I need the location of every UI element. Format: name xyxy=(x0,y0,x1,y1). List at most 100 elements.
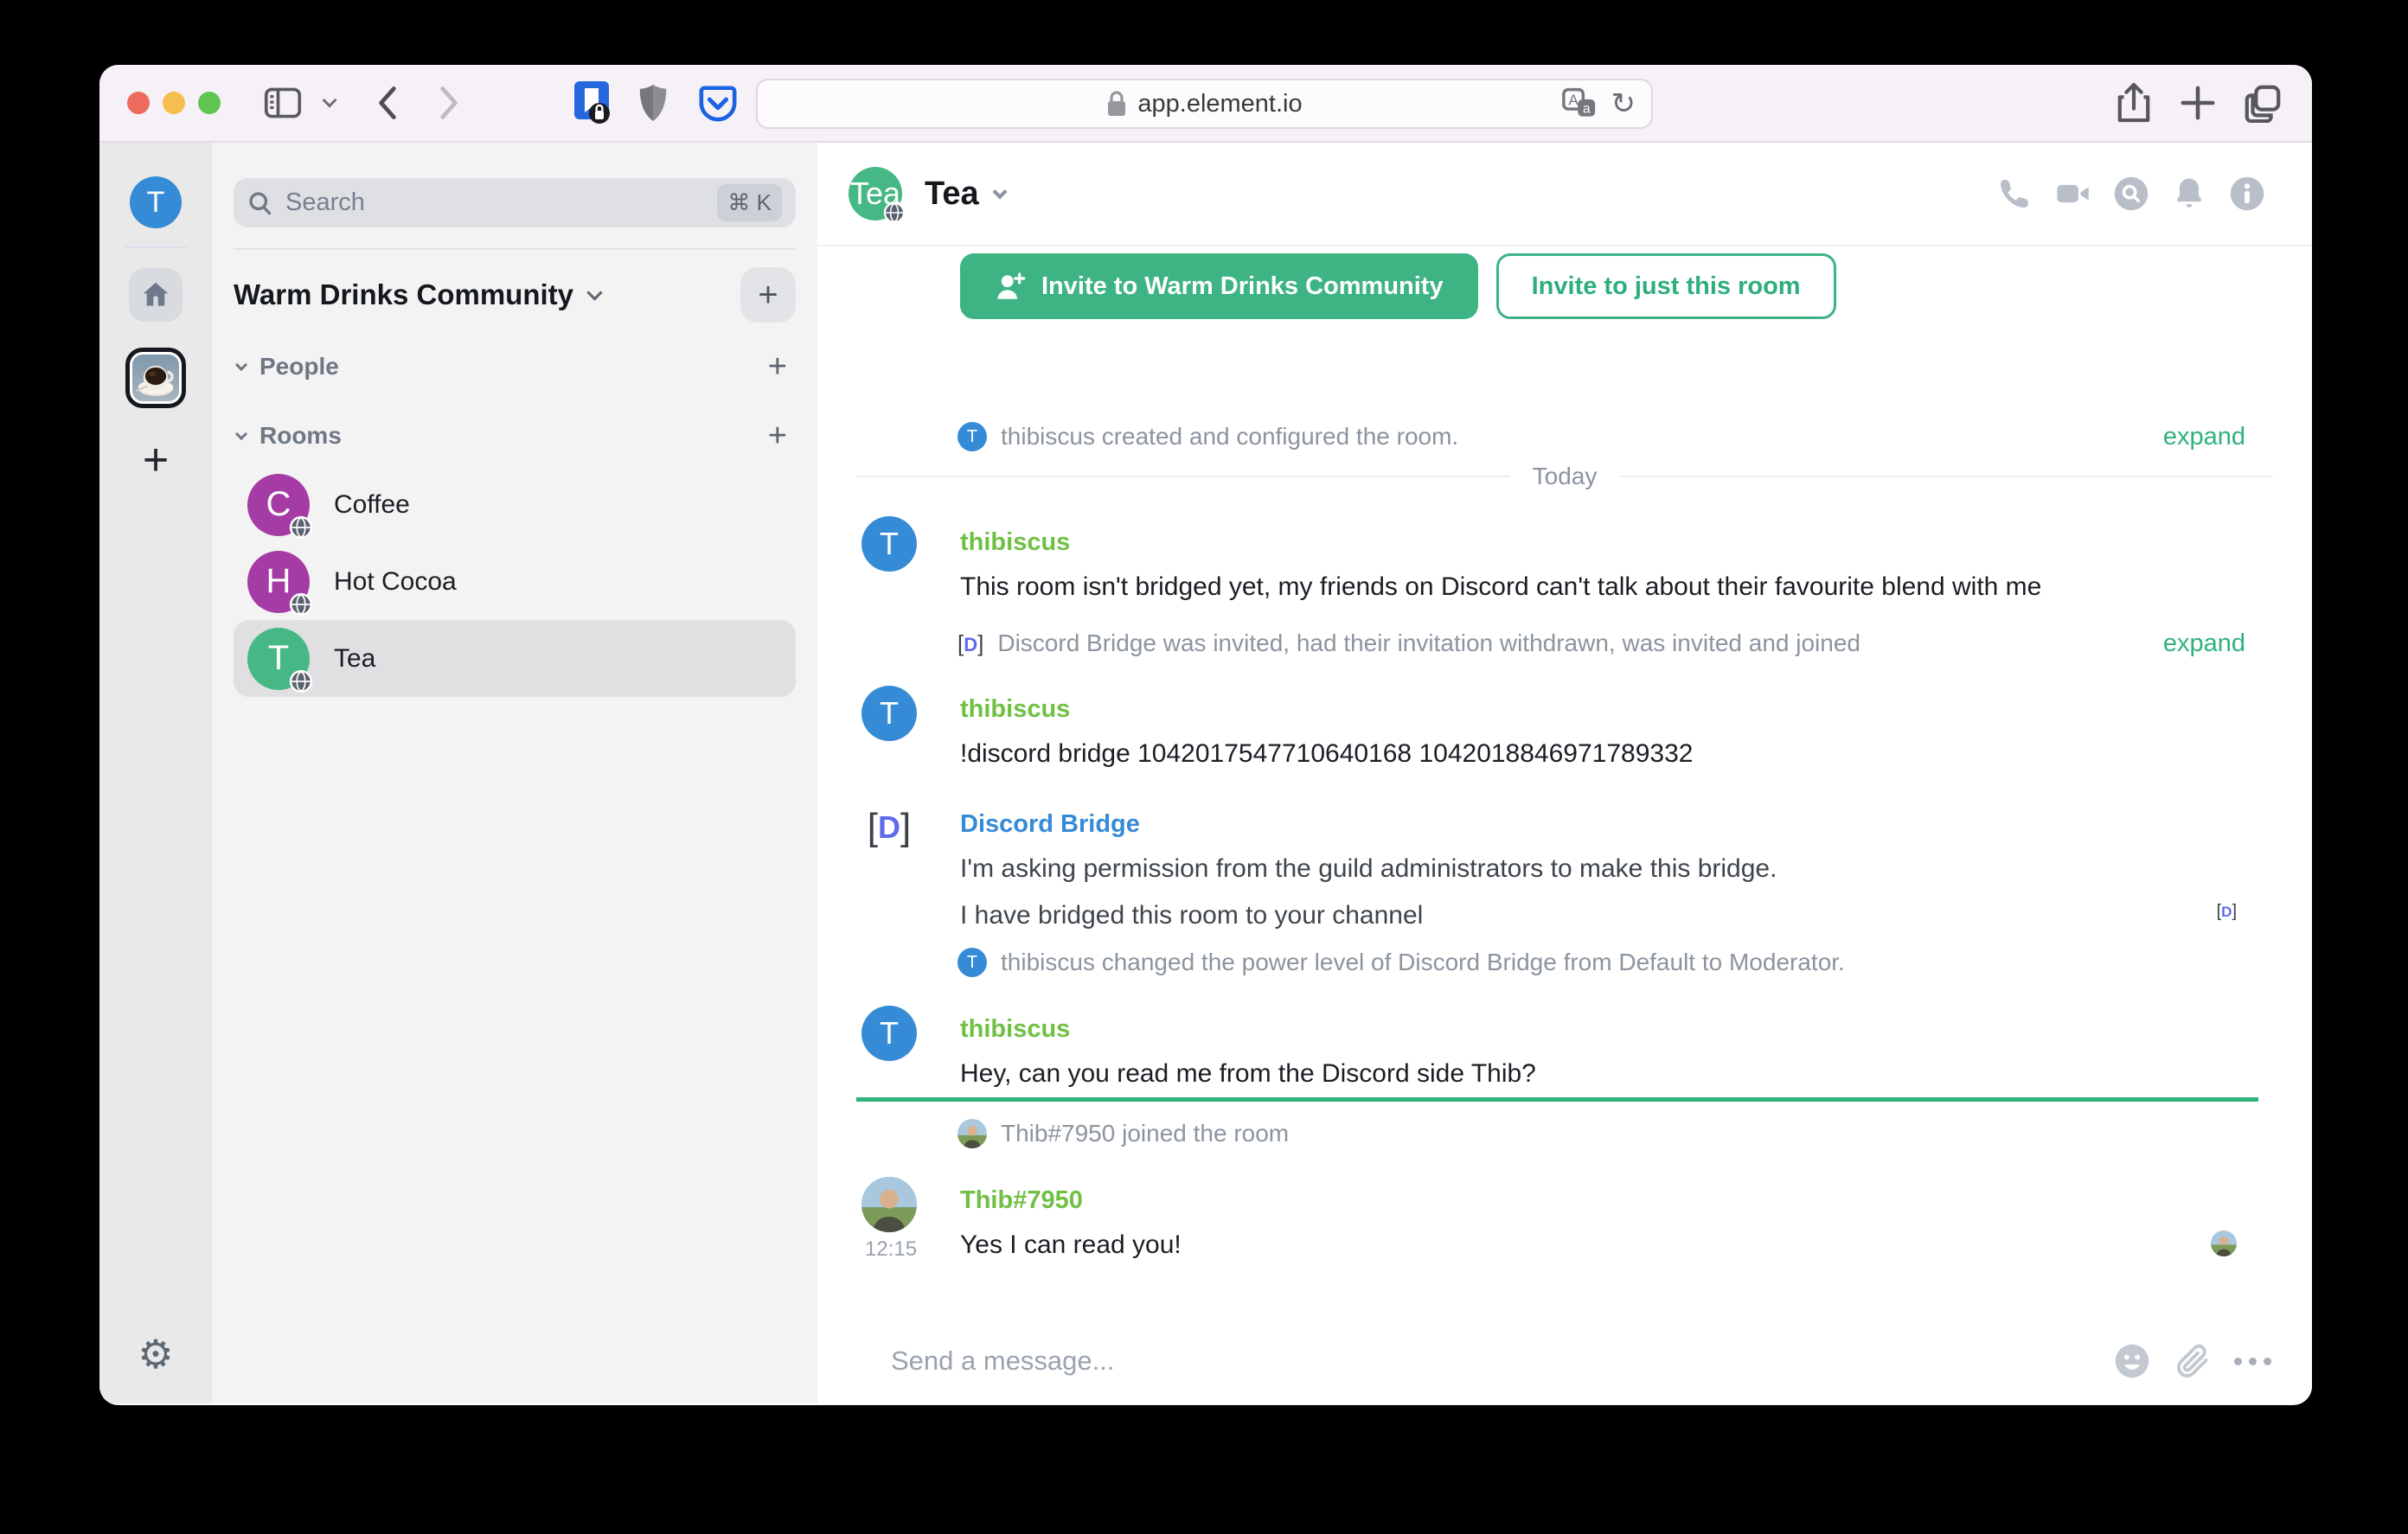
voice-call-icon[interactable] xyxy=(1996,175,2034,213)
read-receipt-discord-bridge[interactable]: [D] xyxy=(2217,902,2237,922)
room-item-hot-cocoa[interactable]: H Hot Cocoa xyxy=(234,543,796,620)
room-info-icon[interactable] xyxy=(2228,175,2266,213)
browser-window: app.element.io Aa ↻ T + ⚙ Search ⌘ K War… xyxy=(99,65,2312,1405)
url-text: app.element.io xyxy=(1137,89,1303,118)
member-joined-event: Thib#7950 joined the room xyxy=(817,1115,2312,1153)
message-text: This room isn't bridged yet, my friends … xyxy=(960,572,2042,601)
svg-text:A: A xyxy=(1568,92,1579,109)
sidebar-toggle-icon[interactable] xyxy=(264,86,302,119)
message-text: Hey, can you read me from the Discord si… xyxy=(960,1059,1536,1088)
user-menu-avatar[interactable]: T xyxy=(130,176,182,228)
new-tab-icon[interactable] xyxy=(2180,85,2216,121)
rooms-add-button[interactable]: + xyxy=(768,418,787,455)
avatar[interactable]: T xyxy=(957,422,987,451)
room-avatar-coffee: C xyxy=(247,473,313,539)
public-room-globe-icon xyxy=(289,592,313,616)
message-text: Yes I can read you! xyxy=(960,1230,1182,1259)
home-icon xyxy=(143,282,169,306)
section-rooms[interactable]: Rooms + xyxy=(234,416,796,456)
home-space-button[interactable] xyxy=(129,268,183,322)
message-group: T thibiscus Hey, can you read me from th… xyxy=(817,1004,2312,1099)
notifications-bell-icon[interactable] xyxy=(2170,175,2208,213)
room-item-coffee[interactable]: C Coffee xyxy=(234,466,796,543)
message-group: T thibiscus This room isn't bridged yet,… xyxy=(817,513,2312,608)
sidebar-dropdown-chevron-icon[interactable] xyxy=(322,93,337,108)
avatar[interactable]: T xyxy=(861,686,917,741)
avatar[interactable]: T xyxy=(957,948,987,977)
invite-banner: Invite to Warm Drinks Community Invite t… xyxy=(960,253,2312,319)
rooms-section-label: Rooms xyxy=(259,422,342,449)
room-list-panel: Search ⌘ K Warm Drinks Community + Peopl… xyxy=(212,143,817,1403)
add-space-button[interactable]: + xyxy=(143,434,169,486)
composer-input[interactable]: Send a message... xyxy=(891,1345,1115,1377)
minimize-window-button[interactable] xyxy=(163,92,185,114)
power-level-event: T thibiscus changed the power level of D… xyxy=(817,943,2312,981)
browser-toolbar: app.element.io Aa ↻ xyxy=(99,65,2312,143)
settings-gear-icon[interactable]: ⚙ xyxy=(138,1331,173,1377)
people-section-label: People xyxy=(259,353,339,380)
discord-bridge-avatar[interactable]: [D] xyxy=(861,800,917,855)
room-title[interactable]: Tea xyxy=(925,176,979,213)
search-input[interactable]: Search ⌘ K xyxy=(234,178,796,227)
room-avatar-hot-cocoa: H xyxy=(247,550,313,616)
community-name[interactable]: Warm Drinks Community xyxy=(234,278,573,311)
back-button[interactable] xyxy=(375,84,400,122)
people-add-button[interactable]: + xyxy=(768,348,787,386)
room-avatar-tea: T xyxy=(247,627,313,693)
zoom-window-button[interactable] xyxy=(198,92,221,114)
sender-name[interactable]: Thib#7950 xyxy=(960,1183,1083,1218)
rooms-collapse-chevron-icon xyxy=(234,427,248,441)
message-group: Thib#7950 12:15 Yes I can read you! xyxy=(817,1175,2312,1270)
avatar[interactable]: T xyxy=(861,1006,917,1061)
room-name: Hot Cocoa xyxy=(334,566,457,596)
public-room-globe-icon xyxy=(289,515,313,539)
message-timestamp: 12:15 xyxy=(865,1237,918,1261)
reload-icon[interactable]: ↻ xyxy=(1611,86,1636,121)
translate-icon[interactable]: Aa xyxy=(1561,87,1598,120)
thib-photo-avatar[interactable] xyxy=(861,1177,917,1232)
message-composer: Send a message... xyxy=(817,1319,2312,1403)
community-menu-chevron-icon[interactable] xyxy=(586,284,603,301)
address-bar[interactable]: app.element.io Aa ↻ xyxy=(756,79,1653,129)
rail-divider xyxy=(125,246,187,248)
emoji-icon[interactable] xyxy=(2113,1342,2151,1380)
sender-name[interactable]: thibiscus xyxy=(960,692,1070,726)
discord-bridge-avatar: [D] xyxy=(957,630,984,656)
thib-photo-avatar[interactable] xyxy=(957,1119,987,1148)
shield-extension-icon[interactable] xyxy=(637,82,669,124)
search-icon xyxy=(249,191,272,214)
room-item-tea[interactable]: T Tea xyxy=(234,620,796,697)
avatar[interactable]: T xyxy=(861,516,917,572)
list-divider xyxy=(234,248,796,250)
share-icon[interactable] xyxy=(2116,80,2152,125)
community-space-button-warm-drinks[interactable] xyxy=(125,348,186,408)
tab-overview-icon[interactable] xyxy=(2243,83,2283,123)
close-window-button[interactable] xyxy=(127,92,150,114)
search-placeholder: Search xyxy=(285,189,365,216)
people-collapse-chevron-icon xyxy=(234,358,248,372)
room-menu-chevron-icon[interactable] xyxy=(992,184,1008,200)
password-manager-extension-icon[interactable] xyxy=(573,80,611,126)
search-shortcut-badge: ⌘ K xyxy=(717,184,782,221)
forward-button[interactable] xyxy=(436,84,462,122)
room-name: Tea xyxy=(334,643,376,673)
tls-lock-icon xyxy=(1108,91,1126,116)
expand-link[interactable]: expand xyxy=(2163,423,2245,451)
room-header-avatar[interactable]: Tea xyxy=(849,167,906,224)
more-options-icon[interactable] xyxy=(2234,1357,2271,1365)
attachment-paperclip-icon[interactable] xyxy=(2174,1342,2212,1380)
sender-name[interactable]: Discord Bridge xyxy=(960,807,1140,841)
pocket-extension-icon[interactable] xyxy=(698,83,738,123)
community-add-button[interactable]: + xyxy=(740,267,796,323)
message-text: I'm asking permission from the guild adm… xyxy=(960,854,1777,883)
invite-to-community-button[interactable]: Invite to Warm Drinks Community xyxy=(960,253,1478,319)
room-search-icon[interactable] xyxy=(2112,175,2150,213)
chat-panel: Tea Tea Invite to Warm Drinks Community … xyxy=(817,143,2312,1403)
video-call-icon[interactable] xyxy=(2054,175,2092,213)
sender-name[interactable]: thibiscus xyxy=(960,525,1070,559)
sender-name[interactable]: thibiscus xyxy=(960,1012,1070,1046)
expand-link[interactable]: expand xyxy=(2163,630,2245,658)
invite-to-room-button[interactable]: Invite to just this room xyxy=(1495,253,1836,319)
section-people[interactable]: People + xyxy=(234,347,796,387)
read-receipt-thib[interactable] xyxy=(2211,1230,2237,1256)
